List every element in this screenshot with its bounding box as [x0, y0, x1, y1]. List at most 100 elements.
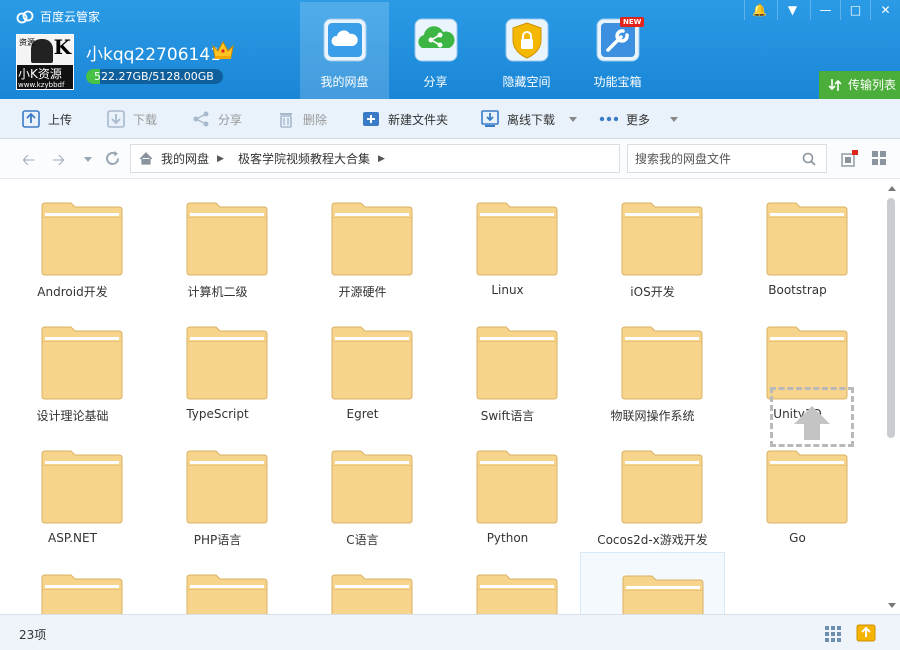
notification-icon[interactable]: 🔔 — [744, 0, 774, 20]
home-icon[interactable] — [139, 152, 153, 165]
folder-name: Go — [789, 531, 806, 545]
refresh-icon[interactable] — [104, 150, 121, 167]
folder-name: ASP.NET — [48, 531, 97, 545]
folder-item[interactable] — [0, 552, 145, 614]
folder-item[interactable]: 计算机二级 — [145, 180, 290, 304]
folder-item[interactable]: 设计理论基础 — [0, 304, 145, 428]
vertical-scrollbar[interactable] — [884, 180, 900, 614]
avatar-k-glyph: K — [53, 35, 71, 59]
tab-label: 功能宝箱 — [593, 75, 642, 89]
breadcrumb-separator-icon[interactable]: ▶ — [378, 154, 385, 164]
offline-download-button[interactable]: 离线下载 — [481, 99, 578, 139]
tab-toolbox[interactable]: 功能宝箱 — [573, 2, 662, 99]
new-folder-icon — [363, 112, 379, 126]
folder-item[interactable]: ASP.NET — [0, 428, 145, 552]
scrollbar-thumb[interactable] — [887, 198, 895, 438]
folder-item[interactable]: Android开发 — [0, 180, 145, 304]
download-button[interactable]: 下载 — [107, 99, 157, 139]
folder-item[interactable] — [435, 552, 580, 614]
folder-icon — [621, 202, 703, 276]
tab-share[interactable]: 分享 — [391, 2, 480, 99]
folder-icon — [331, 450, 413, 524]
upload-drop-tile[interactable] — [770, 387, 854, 447]
folder-icon — [331, 574, 413, 614]
folder-icon — [766, 202, 848, 276]
breadcrumb-root[interactable]: 我的网盘 — [161, 150, 209, 167]
breadcrumb-separator-icon[interactable]: ▶ — [217, 154, 224, 164]
folder-name: 物联网操作系统 — [610, 409, 695, 423]
breadcrumb-current[interactable]: 极客学院视频教程大合集 — [238, 150, 370, 167]
folder-item[interactable]: Bootstrap — [725, 180, 870, 304]
thumbnail-view-icon[interactable] — [825, 626, 841, 642]
maximize-icon[interactable]: □ — [840, 0, 870, 20]
back-arrow-icon[interactable]: 🡠 — [22, 149, 35, 176]
folder-item[interactable]: PHP语言 — [145, 428, 290, 552]
folder-icon — [621, 450, 703, 524]
upload-button[interactable]: 上传 — [22, 99, 72, 139]
search-input[interactable] — [635, 151, 795, 166]
tab-label: 我的网盘 — [320, 75, 369, 89]
scroll-down-icon[interactable] — [888, 603, 896, 608]
tab-my-drive[interactable]: 我的网盘 — [300, 2, 389, 99]
folder-icon — [621, 326, 703, 400]
scroll-up-icon[interactable] — [888, 186, 896, 191]
folder-name: TypeScript — [186, 407, 249, 421]
folder-item[interactable]: TypeScript — [145, 304, 290, 428]
transfer-list-button[interactable]: 传输列表 — [819, 71, 900, 99]
username[interactable]: 小kqq22706141 — [86, 40, 221, 65]
breadcrumb[interactable]: 我的网盘 ▶ 极客学院视频教程大合集 ▶ — [130, 144, 620, 173]
close-icon[interactable]: ✕ — [870, 0, 900, 20]
new-folder-label: 新建文件夹 — [388, 112, 449, 127]
transfer-icon — [828, 79, 842, 91]
folder-icon — [186, 326, 268, 400]
menu-icon[interactable]: ▼ — [777, 0, 807, 20]
folder-item[interactable]: Egret — [290, 304, 435, 428]
history-chevron-down-icon[interactable] — [84, 157, 92, 162]
share-icon — [414, 18, 458, 62]
more-button[interactable]: 更多 — [598, 99, 679, 139]
folder-icon — [41, 202, 123, 276]
status-bar: 23项 — [0, 614, 900, 650]
share-button[interactable]: 分享 — [192, 99, 242, 139]
folder-item[interactable] — [145, 552, 290, 614]
lock-icon — [505, 18, 549, 62]
search-icon[interactable] — [802, 152, 816, 166]
vip-crown-icon[interactable] — [211, 40, 235, 60]
minimize-icon[interactable]: — — [810, 0, 840, 20]
new-badge: NEW — [620, 17, 645, 27]
grid-view-icon[interactable] — [872, 151, 887, 166]
list-view-toggle-icon[interactable] — [841, 150, 858, 167]
cloud-drive-icon — [323, 18, 367, 62]
tab-hidden-space[interactable]: 隐藏空间 — [482, 2, 571, 99]
folder-item[interactable]: C语言 — [290, 428, 435, 552]
folder-item[interactable] — [580, 552, 725, 614]
folder-name: 计算机二级 — [187, 285, 248, 299]
folder-icon — [476, 574, 558, 614]
folder-item[interactable]: Linux — [435, 180, 580, 304]
folder-item[interactable]: iOS开发 — [580, 180, 725, 304]
new-folder-button[interactable]: 新建文件夹 — [362, 99, 448, 139]
search-box[interactable] — [627, 144, 827, 173]
tab-label: 隐藏空间 — [502, 75, 551, 89]
chevron-down-icon[interactable] — [569, 116, 578, 122]
folder-item[interactable] — [290, 552, 435, 614]
chevron-down-icon[interactable] — [670, 116, 679, 122]
folder-item[interactable]: 开源硬件 — [290, 180, 435, 304]
avatar-tiny-text: 资源 — [19, 38, 35, 47]
forward-arrow-icon[interactable]: 🡢 — [52, 149, 65, 176]
folder-item[interactable]: 物联网操作系统 — [580, 304, 725, 428]
folder-name: Cocos2d-x游戏开发 — [597, 533, 708, 547]
folder-icon — [766, 450, 848, 524]
folder-icon — [41, 574, 123, 614]
header: 百度云管家 资源 K 小K资源 www.kzybbdf 小kqq22706141… — [0, 0, 900, 99]
share-icon — [193, 111, 209, 127]
avatar[interactable]: 资源 K 小K资源 www.kzybbdf — [16, 34, 74, 90]
folder-name: iOS开发 — [630, 285, 675, 299]
folder-item[interactable]: Swift语言 — [435, 304, 580, 428]
folder-item[interactable]: Python — [435, 428, 580, 552]
delete-button[interactable]: 删除 — [277, 99, 327, 139]
folder-name: Bootstrap — [768, 283, 827, 297]
folder-icon — [331, 202, 413, 276]
folder-item[interactable]: Cocos2d-x游戏开发 — [580, 428, 725, 552]
upload-queue-icon[interactable] — [856, 624, 876, 642]
